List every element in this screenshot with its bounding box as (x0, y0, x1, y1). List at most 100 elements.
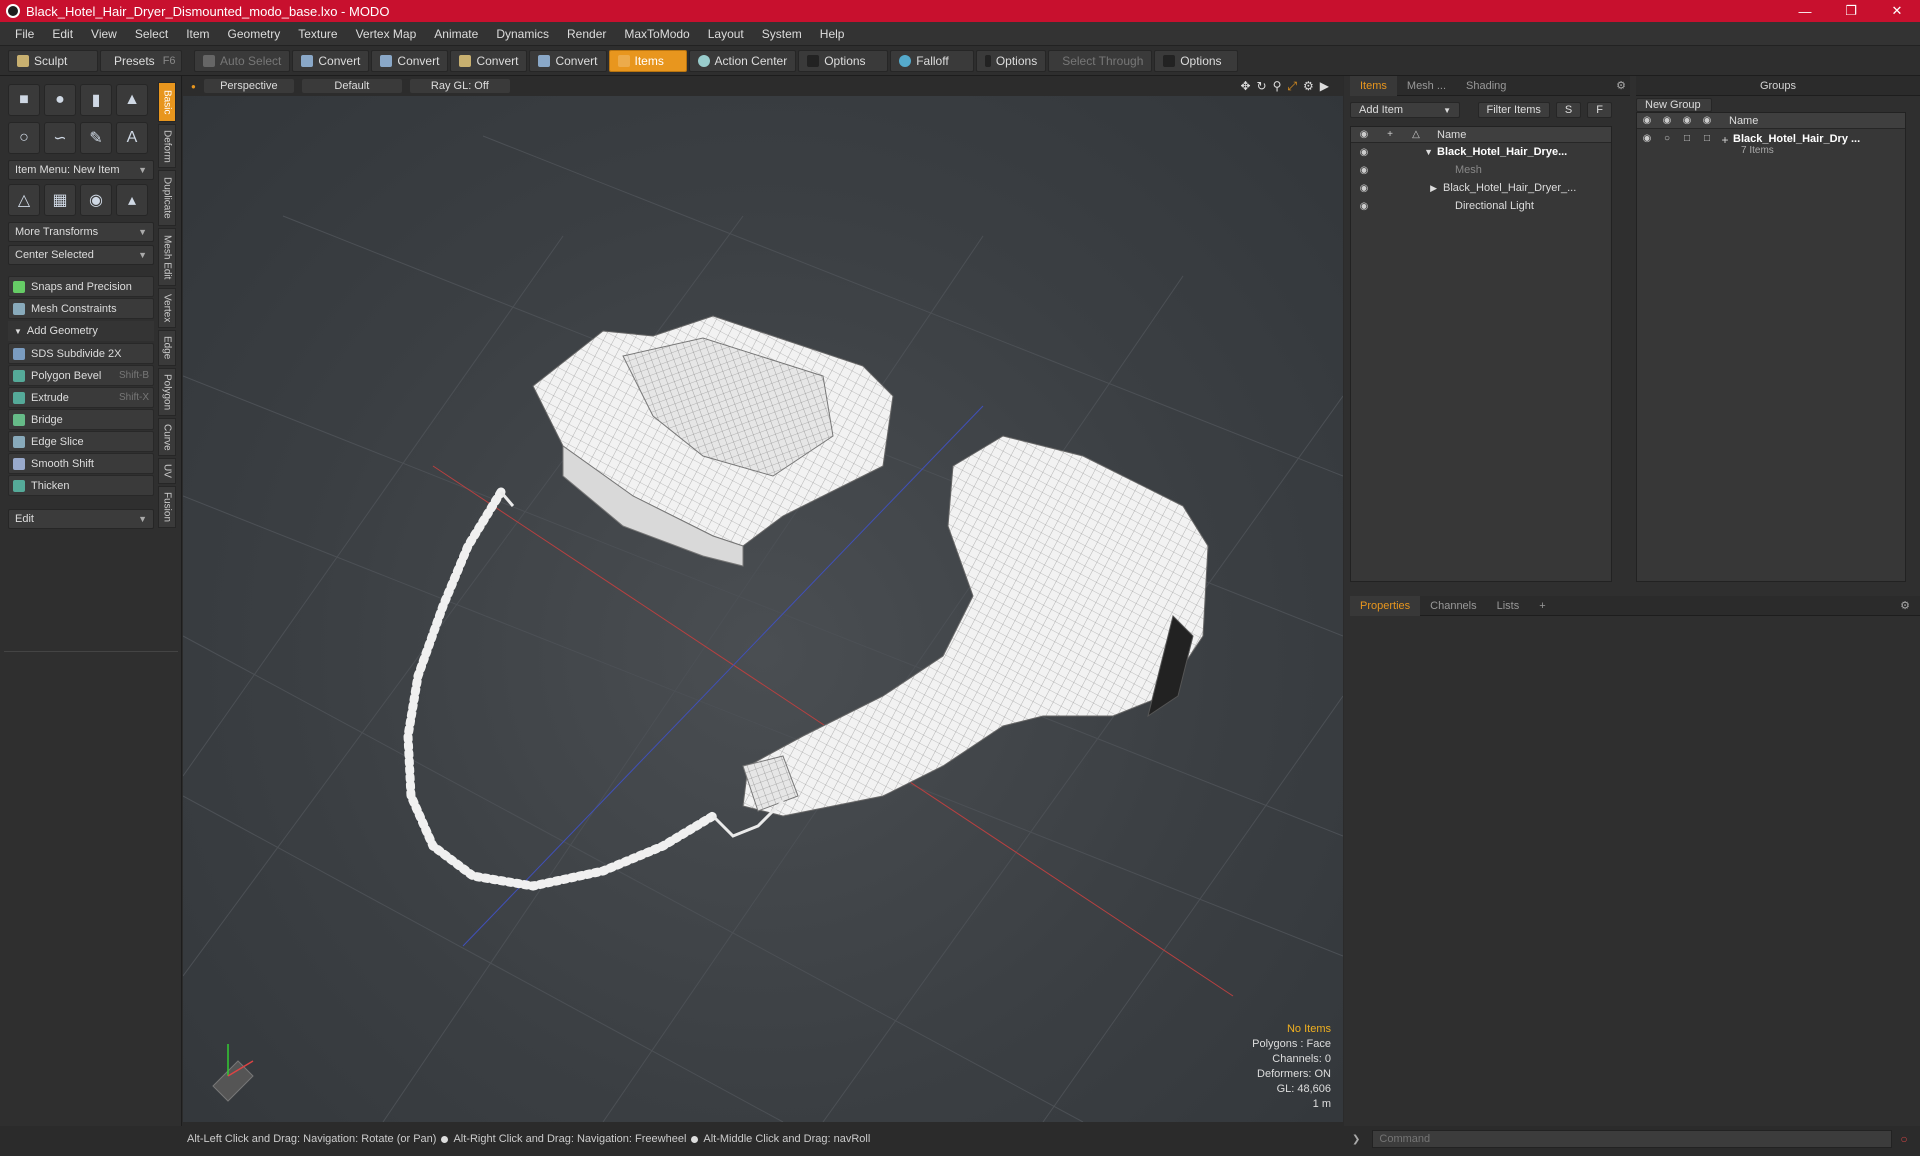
tab-vertex[interactable]: Vertex (158, 288, 176, 328)
menu-dynamics[interactable]: Dynamics (487, 27, 558, 41)
polygon-bevel-button[interactable]: Polygon Bevel Shift-B (8, 365, 154, 386)
menu-geometry[interactable]: Geometry (219, 27, 290, 41)
3d-viewport[interactable]: ● Perspective Default Ray GL: Off ✥ ↻ ⚲ … (183, 76, 1343, 1122)
lock-icon[interactable]: □ (1677, 133, 1697, 156)
pyramid-tool-icon[interactable]: ▴ (116, 184, 148, 216)
falloff-button[interactable]: Falloff (890, 49, 975, 72)
restore-icon[interactable]: ❐ (1828, 0, 1874, 22)
options-button-2[interactable]: Options (976, 49, 1047, 72)
cone-primitive-icon[interactable]: ▲ (116, 84, 148, 116)
mesh-constraints-button[interactable]: Mesh Constraints (8, 298, 154, 319)
item-menu-dropdown[interactable]: Item Menu: New Item ▼ (8, 160, 154, 180)
menu-file[interactable]: File (6, 27, 43, 41)
menu-system[interactable]: System (753, 27, 811, 41)
tab-channels[interactable]: Channels (1420, 596, 1486, 616)
options-button-1[interactable]: Options (798, 49, 889, 72)
tree-row-light[interactable]: ◉ Directional Light (1351, 197, 1611, 215)
tab-mesh-edit[interactable]: Mesh Edit (158, 228, 176, 286)
torus-primitive-icon[interactable]: ○ (8, 122, 40, 154)
eye-icon[interactable]: ◉ (1351, 147, 1377, 158)
expand-plus-icon[interactable]: + (1717, 133, 1733, 156)
tab-polygon[interactable]: Polygon (158, 368, 176, 416)
action-center-button[interactable]: Action Center (688, 49, 797, 72)
expand-arrow-icon[interactable]: ▶ (1377, 183, 1443, 194)
panel-settings-icon[interactable]: ⚙ (1900, 599, 1910, 612)
center-selected-dropdown[interactable]: Center Selected ▼ (8, 245, 154, 265)
presets-button[interactable]: Presets F6 (100, 49, 182, 72)
tab-items[interactable]: Items (1350, 75, 1397, 96)
add-geometry-section[interactable]: ▼ Add Geometry (8, 321, 154, 341)
select-icon[interactable]: □ (1697, 133, 1717, 156)
thicken-button[interactable]: Thicken (8, 475, 154, 496)
capsule-primitive-icon[interactable]: ∽ (44, 122, 76, 154)
convert-button-2[interactable]: Convert (371, 49, 449, 72)
bridge-button[interactable]: Bridge (8, 409, 154, 430)
tab-properties[interactable]: Properties (1350, 595, 1421, 616)
pen-tool-icon[interactable]: ✎ (80, 122, 112, 154)
filter-items-button[interactable]: Filter Items (1477, 102, 1550, 118)
tab-duplicate[interactable]: Duplicate (158, 170, 176, 226)
command-history-icon[interactable]: ○ (1900, 1132, 1907, 1146)
menu-edit[interactable]: Edit (43, 27, 82, 41)
move-tool-icon[interactable]: △ (8, 184, 40, 216)
sds-subdivide-button[interactable]: SDS Subdivide 2X (8, 343, 154, 364)
eye-icon[interactable]: ◉ (1351, 201, 1377, 212)
items-mode-button[interactable]: Items (608, 49, 687, 72)
tree-row-mesh[interactable]: ◉ Mesh (1351, 161, 1611, 179)
menu-render[interactable]: Render (558, 27, 615, 41)
auto-select-button[interactable]: Auto Select (194, 49, 291, 72)
tab-edge[interactable]: Edge (158, 330, 176, 366)
eye-icon[interactable]: ◉ (1637, 133, 1657, 156)
tab-shading[interactable]: Shading (1456, 76, 1516, 96)
add-tab-button[interactable]: + (1529, 596, 1555, 616)
panel-settings-icon[interactable]: ⚙ (1616, 79, 1626, 92)
edit-dropdown[interactable]: Edit ▼ (8, 509, 154, 529)
sculpt-button[interactable]: Sculpt (8, 49, 98, 72)
cube-primitive-icon[interactable]: ■ (8, 84, 40, 116)
extrude-button[interactable]: Extrude Shift-X (8, 387, 154, 408)
f-toggle[interactable]: F (1587, 102, 1612, 118)
expand-arrow-icon[interactable]: ▼ (1377, 147, 1437, 157)
tree-row-group[interactable]: ◉ ▶ Black_Hotel_Hair_Dryer_... (1351, 179, 1611, 197)
tab-curve[interactable]: Curve (158, 418, 176, 456)
tree-row-scene[interactable]: ◉ ▼ Black_Hotel_Hair_Drye... (1351, 143, 1611, 161)
globe-tool-icon[interactable]: ◉ (80, 184, 112, 216)
menu-vertex-map[interactable]: Vertex Map (347, 27, 426, 41)
tab-basic[interactable]: Basic (158, 82, 176, 122)
s-toggle[interactable]: S (1555, 102, 1582, 118)
cylinder-primitive-icon[interactable]: ▮ (80, 84, 112, 116)
more-transforms-dropdown[interactable]: More Transforms ▼ (8, 222, 154, 242)
minimize-icon[interactable]: — (1782, 0, 1828, 22)
menu-select[interactable]: Select (126, 27, 177, 41)
tab-mesh[interactable]: Mesh ... (1397, 76, 1456, 96)
convert-button-4[interactable]: Convert (529, 49, 607, 72)
grid-tool-icon[interactable]: ▦ (44, 184, 76, 216)
render-icon[interactable]: ○ (1657, 133, 1677, 156)
command-arrow-icon[interactable]: ❯ (1352, 1134, 1360, 1145)
menu-layout[interactable]: Layout (699, 27, 753, 41)
close-icon[interactable]: ✕ (1874, 0, 1920, 22)
tab-fusion[interactable]: Fusion (158, 486, 176, 528)
snaps-precision-button[interactable]: Snaps and Precision (8, 276, 154, 297)
group-row[interactable]: ◉ ○ □ □ + Black_Hotel_Hair_Dry ... 7 Ite… (1637, 129, 1905, 156)
menu-item[interactable]: Item (177, 27, 218, 41)
menu-animate[interactable]: Animate (425, 27, 487, 41)
text-tool-icon[interactable]: A (116, 122, 148, 154)
convert-button-1[interactable]: Convert (292, 49, 370, 72)
tab-deform[interactable]: Deform (158, 124, 176, 168)
tab-uv[interactable]: UV (158, 458, 176, 484)
eye-icon[interactable]: ◉ (1351, 165, 1377, 176)
eye-icon[interactable]: ◉ (1351, 183, 1377, 194)
select-through-button[interactable]: Select Through (1048, 49, 1153, 72)
smooth-shift-button[interactable]: Smooth Shift (8, 453, 154, 474)
add-item-button[interactable]: Add Item ▼ (1350, 102, 1460, 118)
menu-texture[interactable]: Texture (289, 27, 346, 41)
command-input[interactable] (1372, 1130, 1893, 1148)
edge-slice-button[interactable]: Edge Slice (8, 431, 154, 452)
new-group-button[interactable]: New Group (1636, 98, 1712, 112)
menu-maxtomodo[interactable]: MaxToModo (615, 27, 698, 41)
convert-button-3[interactable]: Convert (450, 49, 528, 72)
sphere-primitive-icon[interactable]: ● (44, 84, 76, 116)
tab-lists[interactable]: Lists (1487, 596, 1530, 616)
options-button-3[interactable]: Options (1154, 49, 1239, 72)
